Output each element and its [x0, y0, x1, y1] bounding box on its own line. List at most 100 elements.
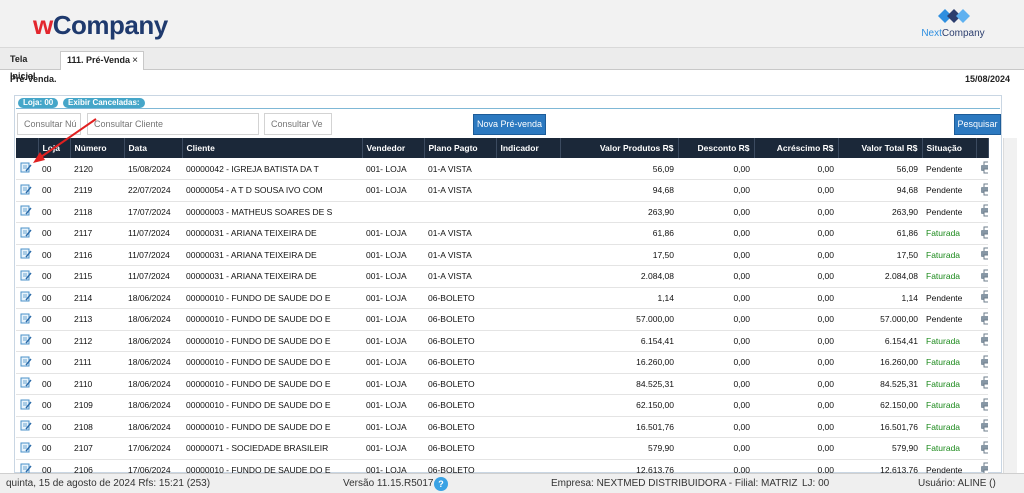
- tab-tela-inicial[interactable]: Tela Inicial: [4, 51, 58, 81]
- cell-indicador: [496, 180, 560, 202]
- edit-document-icon[interactable]: [20, 205, 32, 216]
- cell-vendedor: 001- LOJA: [366, 443, 407, 454]
- col-header-cliente[interactable]: Cliente: [182, 138, 363, 158]
- table-row[interactable]: 00 2112 18/06/2024 00000010 - FUNDO DE SAUD…: [16, 330, 988, 352]
- table-row[interactable]: 00 2120 15/08/2024 00000042 - IGREJA BATIST…: [16, 158, 988, 180]
- printer-icon[interactable]: [980, 226, 988, 239]
- help-icon[interactable]: ?: [434, 477, 448, 491]
- cell-indicador: [496, 201, 560, 223]
- edit-document-icon[interactable]: [20, 463, 32, 473]
- edit-document-icon[interactable]: [20, 356, 32, 367]
- printer-icon[interactable]: [980, 183, 988, 196]
- cell-valor-produtos: 57.000,00: [636, 314, 674, 325]
- cell-indicador: [496, 330, 560, 352]
- col-header-acrescimo[interactable]: Acréscimo R$: [754, 138, 839, 158]
- cell-desconto: 0,00: [733, 163, 750, 174]
- edit-document-icon[interactable]: [20, 270, 32, 281]
- edit-document-icon[interactable]: [20, 248, 32, 259]
- edit-document-icon[interactable]: [20, 442, 32, 453]
- table-row[interactable]: 00 2106 17/06/2024 00000010 - FUNDO DE SAUD…: [16, 459, 988, 473]
- table-row[interactable]: 00 2110 18/06/2024 00000010 - FUNDO DE SAUD…: [16, 373, 988, 395]
- col-header-valor-produtos[interactable]: Valor Produtos R$: [560, 138, 679, 158]
- close-icon[interactable]: ×: [132, 52, 138, 69]
- printer-icon[interactable]: [980, 161, 988, 174]
- edit-document-icon[interactable]: [20, 377, 32, 388]
- edit-document-icon[interactable]: [20, 227, 32, 238]
- vertical-scrollbar[interactable]: [1003, 138, 1017, 473]
- table-row[interactable]: 00 2107 17/06/2024 00000071 - SOCIEDADE BRA…: [16, 438, 988, 460]
- col-header-situacao[interactable]: Situação: [922, 138, 977, 158]
- cell-valor-total: 12.613,76: [880, 464, 918, 473]
- table-row[interactable]: 00 2109 18/06/2024 00000010 - FUNDO DE SAUD…: [16, 395, 988, 417]
- table-row[interactable]: 00 2115 11/07/2024 00000031 - ARIANA TEIXEI…: [16, 266, 988, 288]
- cell-data: 18/06/2024: [128, 357, 171, 368]
- table-row[interactable]: 00 2117 11/07/2024 00000031 - ARIANA TEIXEI…: [16, 223, 988, 245]
- printer-icon[interactable]: [980, 312, 988, 325]
- status-usuario: Usuário: ALINE (): [918, 478, 996, 489]
- print-cell: [976, 438, 988, 460]
- cell-indicador: [496, 266, 560, 288]
- printer-icon[interactable]: [980, 419, 988, 432]
- cell-valor-produtos: 1,14: [657, 292, 674, 303]
- printer-icon[interactable]: [980, 247, 988, 260]
- cell-acrescimo: 0,00: [817, 443, 834, 454]
- cell-data: 18/06/2024: [128, 378, 171, 389]
- printer-icon[interactable]: [980, 398, 988, 411]
- cell-data: 17/06/2024: [128, 464, 171, 473]
- edit-document-icon[interactable]: [20, 184, 32, 195]
- cell-situacao: Faturada: [926, 400, 961, 411]
- cell-desconto: 0,00: [733, 228, 750, 239]
- cell-vendedor: 001- LOJA: [366, 400, 407, 411]
- col-header-valor-total[interactable]: Valor Total R$: [838, 138, 923, 158]
- cell-situacao: Faturada: [926, 443, 961, 454]
- edit-cell: [16, 223, 38, 245]
- printer-icon[interactable]: [980, 376, 988, 389]
- edit-document-icon[interactable]: [20, 313, 32, 324]
- printer-icon[interactable]: [980, 204, 988, 217]
- cell-plano-pagto: 06-BOLETO: [428, 400, 475, 411]
- printer-icon[interactable]: [980, 290, 988, 303]
- cell-desconto: 0,00: [733, 292, 750, 303]
- printer-icon[interactable]: [980, 441, 988, 454]
- search-vendedor-input[interactable]: [264, 113, 332, 135]
- col-header-data[interactable]: Data: [124, 138, 183, 158]
- search-cliente-input[interactable]: [87, 113, 259, 135]
- edit-document-icon[interactable]: [20, 291, 32, 302]
- col-header-plano-pagto[interactable]: Plano Pagto: [424, 138, 497, 158]
- table-row[interactable]: 00 2118 17/07/2024 00000003 - MATHEUS SOARE…: [16, 201, 988, 223]
- col-header-vendedor[interactable]: Vendedor: [362, 138, 425, 158]
- cell-numero: 2114: [74, 292, 93, 303]
- table-row[interactable]: 00 2116 11/07/2024 00000031 - ARIANA TEIXEI…: [16, 244, 988, 266]
- section-divider: [16, 108, 1000, 109]
- col-header-indicador[interactable]: Indicador: [496, 138, 561, 158]
- print-cell: [976, 373, 988, 395]
- cell-desconto: 0,00: [733, 314, 750, 325]
- tab-pre-venda[interactable]: 111. Pré-Venda ×: [60, 51, 144, 70]
- table-row[interactable]: 00 2114 18/06/2024 00000010 - FUNDO DE SAUD…: [16, 287, 988, 309]
- col-header-desconto[interactable]: Desconto R$: [678, 138, 755, 158]
- nova-pre-venda-button[interactable]: Nova Pré-venda: [473, 114, 546, 135]
- printer-icon[interactable]: [980, 462, 988, 473]
- printer-icon[interactable]: [980, 355, 988, 368]
- cell-loja: 00: [42, 228, 52, 239]
- printer-icon[interactable]: [980, 269, 988, 282]
- edit-document-icon[interactable]: [20, 399, 32, 410]
- print-cell: [976, 180, 988, 202]
- cell-indicador: [496, 223, 560, 245]
- table-row[interactable]: 00 2108 18/06/2024 00000010 - FUNDO DE SAUD…: [16, 416, 988, 438]
- pesquisar-button[interactable]: Pesquisar: [954, 114, 1001, 135]
- print-cell: [976, 395, 988, 417]
- table-row[interactable]: 00 2113 18/06/2024 00000010 - FUNDO DE SAUD…: [16, 309, 988, 331]
- printer-icon[interactable]: [980, 333, 988, 346]
- exibir-canceladas-toggle[interactable]: Exibir Canceladas:: [63, 98, 145, 108]
- table-row[interactable]: 00 2111 18/06/2024 00000010 - FUNDO DE SAUD…: [16, 352, 988, 374]
- print-cell: [976, 309, 988, 331]
- cell-plano-pagto: 06-BOLETO: [428, 378, 475, 389]
- edit-document-icon[interactable]: [20, 334, 32, 345]
- table-row[interactable]: 00 2119 22/07/2024 00000054 - A T D SOUSA I…: [16, 180, 988, 202]
- cell-desconto: 0,00: [733, 400, 750, 411]
- col-header-print: [976, 138, 989, 158]
- cell-indicador: [496, 352, 560, 374]
- status-datetime: quinta, 15 de agosto de 2024 Rfs: 15:21 …: [6, 478, 211, 489]
- edit-document-icon[interactable]: [20, 420, 32, 431]
